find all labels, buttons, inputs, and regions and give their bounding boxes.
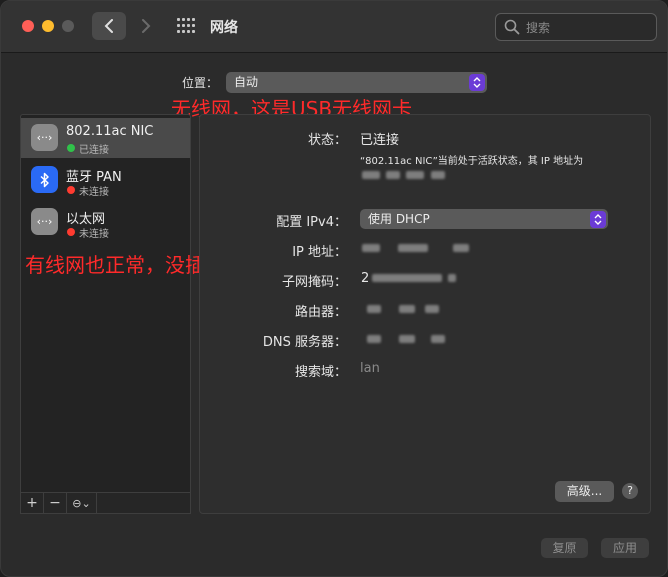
service-status: 未连接 (79, 229, 109, 240)
redacted-ip (398, 244, 428, 252)
ip-address-label: IP 地址： (292, 245, 347, 260)
search-domain-label: 搜索域： (294, 365, 347, 380)
action-menu-button[interactable]: ⊖⌄ (67, 493, 97, 513)
redacted-ip (453, 244, 469, 252)
ipv4-label: 配置 IPv4： (276, 215, 347, 230)
search-field[interactable]: 搜索 (495, 13, 657, 41)
forward-button[interactable] (132, 12, 160, 40)
service-list-toolbar: + − ⊖⌄ (20, 492, 191, 514)
search-icon (504, 19, 520, 35)
redacted-dns (367, 335, 381, 343)
location-value: 自动 (234, 75, 259, 89)
service-status: 已连接 (79, 145, 109, 156)
subnet-mask-prefix: 2 (361, 271, 370, 286)
updown-chevron-icon (590, 211, 606, 228)
location-select[interactable]: 自动 (226, 72, 487, 93)
status-description: “802.11ac NIC”当前处于活跃状态，其 IP 地址为 (360, 156, 584, 167)
remove-service-button[interactable]: − (44, 493, 67, 513)
redacted-subnet (448, 274, 456, 282)
network-preferences-window: 网络 搜索 位置： 自动 无线网，这是USB无线网卡 ‹··› 802.11ac… (0, 0, 668, 577)
redacted-dns (431, 335, 445, 343)
service-list: ‹··› 802.11ac NIC 已连接 蓝牙 PAN 未连接 ‹··› 以太… (20, 114, 191, 514)
redacted-ip (431, 171, 445, 179)
service-item-ethernet[interactable]: ‹··› 以太网 未连接 (21, 202, 190, 242)
status-dot-disconnected (67, 186, 75, 194)
bluetooth-icon (31, 166, 58, 193)
redacted-ip (386, 171, 400, 179)
titlebar: 网络 搜索 (1, 1, 667, 53)
advanced-button[interactable]: 高级... (555, 481, 614, 502)
service-detail-panel (199, 114, 651, 514)
chevron-left-icon (104, 19, 113, 33)
updown-chevron-icon (469, 74, 485, 91)
chevron-right-icon (142, 19, 151, 33)
redacted-dns (399, 335, 415, 343)
ipv4-value: 使用 DHCP (368, 212, 430, 226)
service-item-802-11ac-nic[interactable]: ‹··› 802.11ac NIC 已连接 (21, 118, 190, 158)
minimize-window-button[interactable] (42, 20, 54, 32)
search-placeholder: 搜索 (526, 20, 551, 35)
add-service-button[interactable]: + (21, 493, 44, 513)
service-item-bluetooth-pan[interactable]: 蓝牙 PAN 未连接 (21, 160, 190, 200)
revert-button[interactable]: 复原 (541, 538, 588, 558)
show-all-grid-icon[interactable] (177, 18, 195, 34)
dns-server-label: DNS 服务器： (262, 335, 347, 350)
status-dot-connected (67, 144, 75, 152)
redacted-router (425, 305, 439, 313)
service-status: 未连接 (79, 187, 109, 198)
search-domain-value: lan (360, 361, 380, 376)
router-label: 路由器： (294, 305, 347, 320)
ethernet-arrows-icon: ‹··› (31, 124, 58, 151)
window-title: 网络 (210, 20, 238, 36)
redacted-ip (406, 171, 424, 179)
zoom-window-button[interactable] (62, 20, 74, 32)
subnet-mask-label: 子网掩码： (281, 275, 347, 290)
status-value: 已连接 (360, 133, 400, 148)
redacted-router (399, 305, 415, 313)
help-button[interactable]: ? (622, 483, 638, 499)
ipv4-config-select[interactable]: 使用 DHCP (360, 209, 608, 229)
status-label: 状态： (307, 133, 347, 148)
status-dot-disconnected (67, 228, 75, 236)
close-window-button[interactable] (22, 20, 34, 32)
redacted-ip (362, 244, 380, 252)
ethernet-arrows-icon: ‹··› (31, 208, 58, 235)
apply-button[interactable]: 应用 (601, 538, 649, 558)
back-button[interactable] (92, 12, 126, 40)
redacted-ip (362, 171, 380, 179)
service-name: 802.11ac NIC (66, 124, 154, 139)
location-label: 位置： (182, 76, 219, 90)
redacted-router (367, 305, 381, 313)
redacted-subnet (372, 274, 442, 282)
